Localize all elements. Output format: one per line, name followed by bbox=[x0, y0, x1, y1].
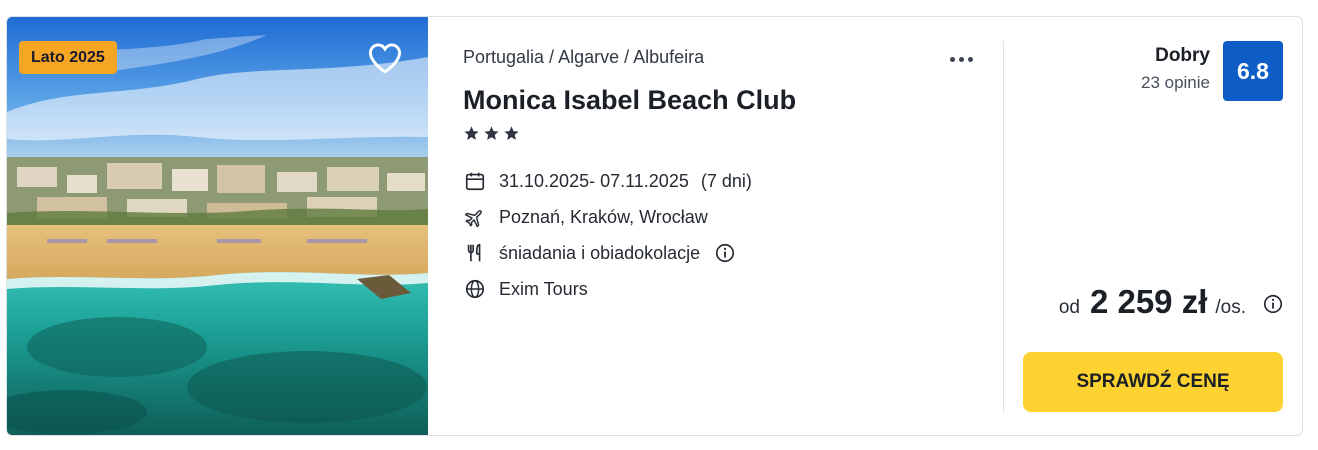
price-value: 2 259 zł bbox=[1089, 283, 1208, 320]
price-info-icon[interactable] bbox=[1262, 293, 1284, 315]
board-info-icon[interactable] bbox=[714, 242, 736, 264]
price-row: od 2 259 zł /os. bbox=[1059, 283, 1284, 321]
offer-card[interactable]: Lato 2025 Portugalia / Algarve / Albufei… bbox=[6, 16, 1303, 436]
plane-icon bbox=[463, 205, 487, 229]
utensils-icon bbox=[463, 241, 487, 265]
hotel-stars bbox=[463, 125, 520, 142]
departure-text: Poznań, Kraków, Wrocław bbox=[499, 206, 708, 227]
check-price-button[interactable]: SPRAWDŹ CENĘ bbox=[1023, 352, 1283, 412]
hotel-photo[interactable]: Lato 2025 bbox=[7, 17, 428, 435]
beach-image bbox=[7, 17, 428, 435]
dates-row: 31.10.2025- 07.11.2025 (7 dni) bbox=[463, 169, 752, 193]
hotel-name[interactable]: Monica Isabel Beach Club bbox=[463, 85, 796, 116]
board-row: śniadania i obiadokolacje bbox=[463, 241, 736, 265]
divider bbox=[1003, 41, 1004, 413]
favorite-button[interactable] bbox=[363, 38, 407, 78]
rating-label: Dobry bbox=[1155, 45, 1210, 66]
departure-row: Poznań, Kraków, Wrocław bbox=[463, 205, 708, 229]
operator-text: Exim Tours bbox=[499, 278, 588, 299]
operator-row: Exim Tours bbox=[463, 277, 588, 301]
calendar-icon bbox=[463, 169, 487, 193]
offer-info: Portugalia / Algarve / Albufeira Monica … bbox=[463, 17, 983, 435]
duration-text: (7 dni) bbox=[700, 170, 752, 191]
star-icon bbox=[504, 126, 519, 140]
heart-icon bbox=[368, 43, 402, 74]
globe-icon bbox=[463, 277, 487, 301]
location-breadcrumb[interactable]: Portugalia / Algarve / Albufeira bbox=[463, 47, 704, 68]
more-options-button[interactable] bbox=[943, 47, 979, 71]
board-text: śniadania i obiadokolacje bbox=[499, 242, 701, 263]
dates-text: 31.10.2025- 07.11.2025 bbox=[499, 170, 689, 191]
rating-score-badge: 6.8 bbox=[1223, 41, 1283, 101]
rating-count[interactable]: 23 opinie bbox=[1141, 73, 1210, 93]
more-icon bbox=[949, 56, 955, 62]
star-icon bbox=[464, 126, 479, 140]
price-prefix: od bbox=[1058, 297, 1080, 318]
star-icon bbox=[484, 126, 499, 140]
season-badge: Lato 2025 bbox=[19, 41, 117, 74]
price-unit: /os. bbox=[1215, 297, 1246, 318]
